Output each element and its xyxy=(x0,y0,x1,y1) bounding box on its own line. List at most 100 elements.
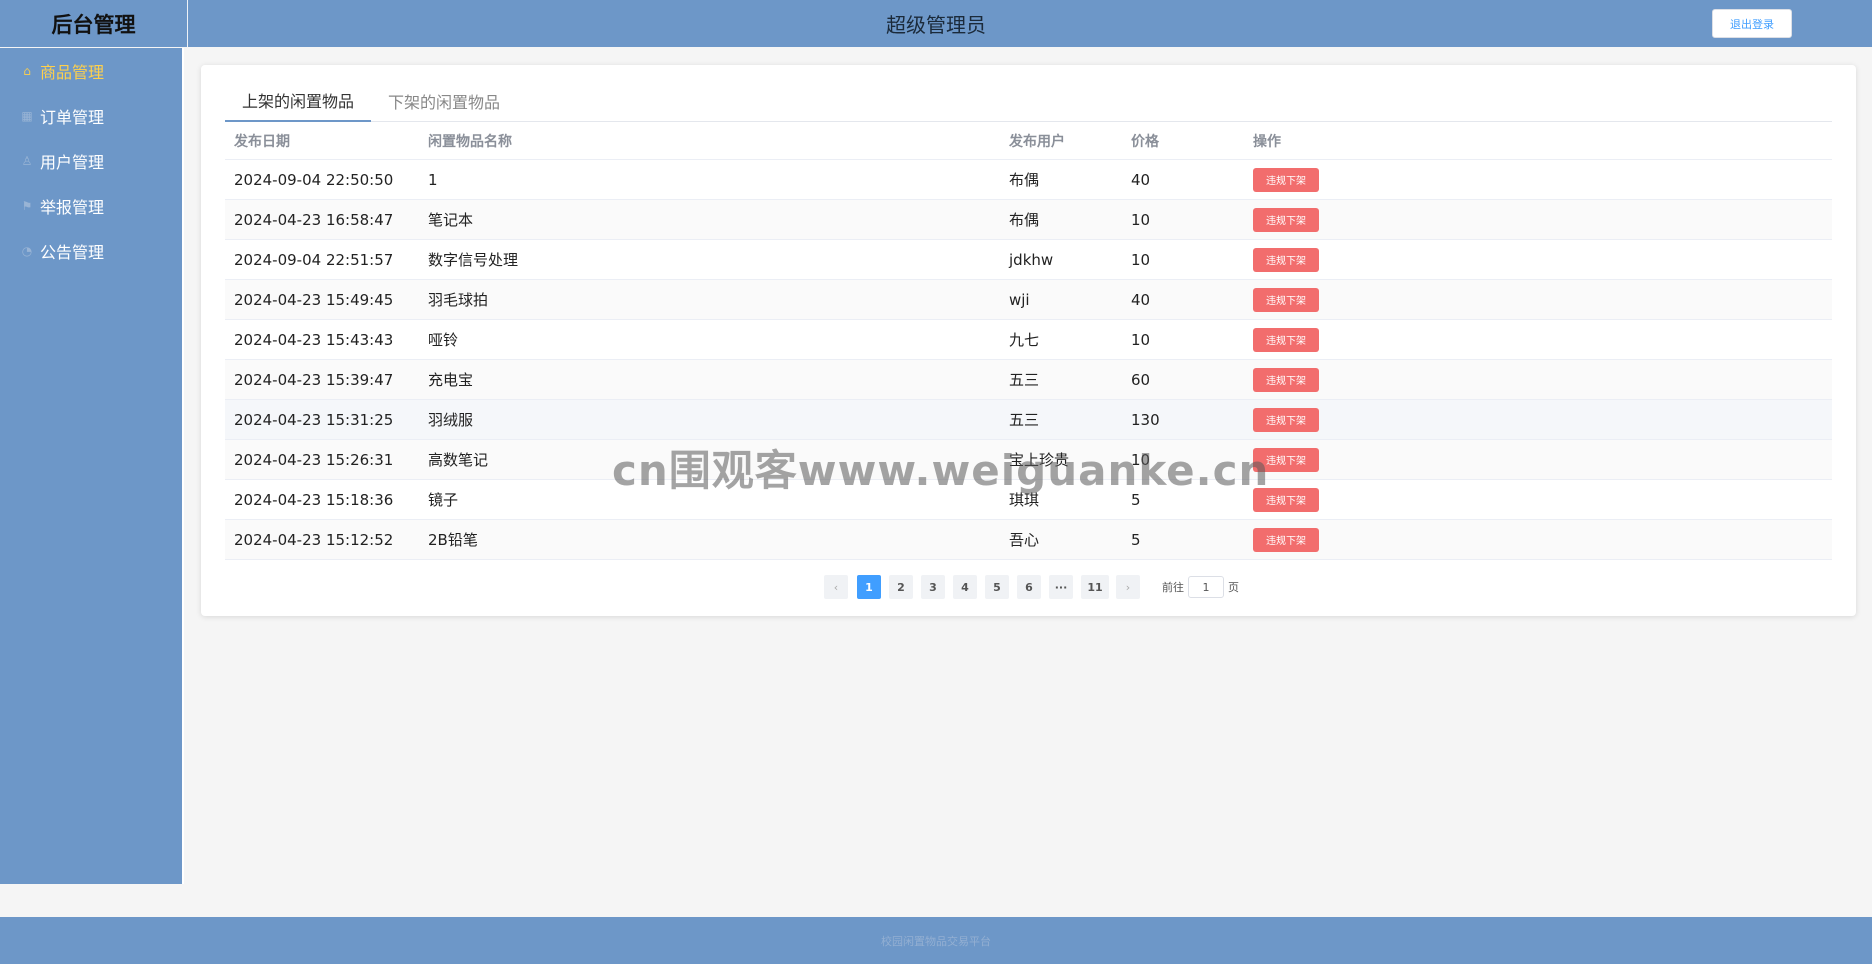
sidebar-item-label: 用户管理 xyxy=(40,152,105,172)
sidebar-item-label: 商品管理 xyxy=(40,62,105,82)
cell-action: 违规下架 xyxy=(1253,287,1832,312)
page-button-6[interactable]: 6 xyxy=(1017,575,1041,599)
sidebar-item-reports[interactable]: ⚑ 举报管理 xyxy=(0,183,182,228)
cell-name: 1 xyxy=(428,170,438,189)
table-header: 发布日期 闲置物品名称 发布用户 价格 操作 xyxy=(225,122,1832,160)
cell-action: 违规下架 xyxy=(1253,167,1832,192)
cell-price: 60 xyxy=(1131,370,1151,389)
cell-price: 40 xyxy=(1131,170,1151,189)
cell-price: 10 xyxy=(1131,250,1151,269)
table-row: 2024-04-23 16:58:47 笔记本 布偶 10 违规下架 xyxy=(225,200,1832,240)
cell-name: 羽毛球拍 xyxy=(428,291,489,309)
prev-page-button[interactable]: ‹ xyxy=(824,575,848,599)
cell-price: 10 xyxy=(1131,330,1151,349)
cell-action: 违规下架 xyxy=(1253,327,1832,352)
cell-date: 2024-04-23 15:18:36 xyxy=(234,490,394,509)
cell-date: 2024-04-23 15:31:25 xyxy=(234,410,394,429)
goto-page-input[interactable] xyxy=(1188,576,1224,598)
column-header-action: 操作 xyxy=(1253,133,1281,150)
table-row: 2024-09-04 22:50:50 1 布偶 40 违规下架 xyxy=(225,160,1832,200)
table-row: 2024-04-23 15:39:47 充电宝 五三 60 违规下架 xyxy=(225,360,1832,400)
sidebar-item-label: 举报管理 xyxy=(40,197,105,217)
takedown-button[interactable]: 违规下架 xyxy=(1253,367,1319,392)
cell-date: 2024-09-04 22:50:50 xyxy=(234,170,394,189)
page-button-5[interactable]: 5 xyxy=(985,575,1009,599)
cell-user: 九七 xyxy=(1009,331,1040,349)
goto-prefix: 前往 xyxy=(1162,581,1184,594)
cell-date: 2024-04-23 16:58:47 xyxy=(234,210,394,229)
column-header-price: 价格 xyxy=(1131,133,1159,150)
page-button-3[interactable]: 3 xyxy=(921,575,945,599)
pagination: ‹ 1 2 3 4 5 6 ··· 11 › 前往 页 xyxy=(201,575,1856,599)
footer: 校园闲置物品交易平台 xyxy=(0,917,1872,964)
cell-date: 2024-04-23 15:39:47 xyxy=(234,370,394,389)
takedown-button[interactable]: 违规下架 xyxy=(1253,207,1319,232)
takedown-button[interactable]: 违规下架 xyxy=(1253,527,1319,552)
top-bar: 后台管理 超级管理员 退出登录 xyxy=(0,0,1872,47)
cell-user: 布偶 xyxy=(1009,171,1040,189)
takedown-button[interactable]: 违规下架 xyxy=(1253,167,1319,192)
sidebar: ⌂ 商品管理 ▦ 订单管理 ♙ 用户管理 ⚑ 举报管理 ◔ 公告管理 xyxy=(0,48,184,884)
cell-price: 40 xyxy=(1131,290,1151,309)
flag-icon: ⚑ xyxy=(21,198,33,213)
page-button-1[interactable]: 1 xyxy=(857,575,881,599)
table-row: 2024-04-23 15:43:43 哑铃 九七 10 违规下架 xyxy=(225,320,1832,360)
takedown-button[interactable]: 违规下架 xyxy=(1253,287,1319,312)
cell-user: 五三 xyxy=(1009,371,1040,389)
takedown-button[interactable]: 违规下架 xyxy=(1253,407,1319,432)
cell-date: 2024-04-23 15:49:45 xyxy=(234,290,394,309)
takedown-button[interactable]: 违规下架 xyxy=(1253,247,1319,272)
page-button-2[interactable]: 2 xyxy=(889,575,913,599)
sidebar-item-goods[interactable]: ⌂ 商品管理 xyxy=(0,48,182,93)
home-icon: ⌂ xyxy=(23,63,31,78)
page-button-4[interactable]: 4 xyxy=(953,575,977,599)
cell-action: 违规下架 xyxy=(1253,367,1832,392)
cell-name: 2B铅笔 xyxy=(428,531,478,549)
sidebar-item-orders[interactable]: ▦ 订单管理 xyxy=(0,93,182,138)
bell-icon: ◔ xyxy=(21,243,33,258)
cell-date: 2024-09-04 22:51:57 xyxy=(234,250,394,269)
cell-user: 五三 xyxy=(1009,411,1040,429)
cell-name: 羽绒服 xyxy=(428,411,474,429)
cell-user: wji xyxy=(1009,290,1030,309)
cell-price: 5 xyxy=(1131,530,1141,549)
tab-bar: 上架的闲置物品 下架的闲置物品 xyxy=(225,79,1832,122)
user-icon: ♙ xyxy=(21,153,33,168)
cell-name: 数字信号处理 xyxy=(428,251,519,269)
watermark: cn围观客www.weiguanke.cn xyxy=(612,446,1270,495)
cell-date: 2024-04-23 15:43:43 xyxy=(234,330,394,349)
sidebar-item-label: 订单管理 xyxy=(40,107,105,127)
cell-date: 2024-04-23 15:12:52 xyxy=(234,530,394,549)
content-card: 上架的闲置物品 下架的闲置物品 发布日期 闲置物品名称 发布用户 价格 操作 2… xyxy=(201,65,1856,616)
cell-action: 违规下架 xyxy=(1253,487,1832,512)
cell-name: 充电宝 xyxy=(428,371,474,389)
table-row: 2024-09-04 22:51:57 数字信号处理 jdkhw 10 违规下架 xyxy=(225,240,1832,280)
cell-action: 违规下架 xyxy=(1253,247,1832,272)
cell-user: jdkhw xyxy=(1009,250,1054,269)
cell-action: 违规下架 xyxy=(1253,527,1832,552)
tab-listed-items[interactable]: 上架的闲置物品 xyxy=(225,79,371,122)
cell-name: 笔记本 xyxy=(428,211,474,229)
cell-date: 2024-04-23 15:26:31 xyxy=(234,450,394,469)
goto-suffix: 页 xyxy=(1228,581,1239,594)
column-header-date: 发布日期 xyxy=(234,133,290,150)
sidebar-item-users[interactable]: ♙ 用户管理 xyxy=(0,138,182,183)
grid-icon: ▦ xyxy=(21,108,33,123)
logout-button[interactable]: 退出登录 xyxy=(1712,9,1792,38)
tab-delisted-items[interactable]: 下架的闲置物品 xyxy=(388,79,500,122)
cell-action: 违规下架 xyxy=(1253,407,1832,432)
page-title: 超级管理员 xyxy=(886,13,986,37)
cell-user: 布偶 xyxy=(1009,211,1040,229)
takedown-button[interactable]: 违规下架 xyxy=(1253,327,1319,352)
column-header-name: 闲置物品名称 xyxy=(428,133,512,150)
goto-page: 前往 页 xyxy=(1162,575,1239,599)
page-ellipsis[interactable]: ··· xyxy=(1049,575,1073,599)
brand-title: 后台管理 xyxy=(0,0,188,47)
column-header-user: 发布用户 xyxy=(1009,133,1065,150)
cell-user: 吾心 xyxy=(1009,531,1040,549)
page-button-11[interactable]: 11 xyxy=(1081,575,1109,599)
table-row: 2024-04-23 15:31:25 羽绒服 五三 130 违规下架 xyxy=(225,400,1832,440)
table-row: 2024-04-23 15:12:52 2B铅笔 吾心 5 违规下架 xyxy=(225,520,1832,560)
sidebar-item-notices[interactable]: ◔ 公告管理 xyxy=(0,228,182,273)
next-page-button[interactable]: › xyxy=(1116,575,1140,599)
